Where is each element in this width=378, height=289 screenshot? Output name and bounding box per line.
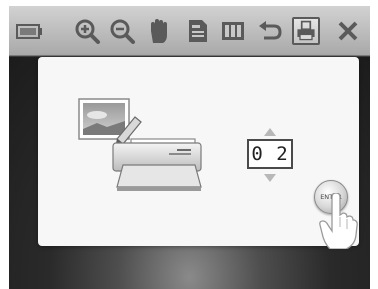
print-icon[interactable] [292,17,320,45]
camera-screen: 0 2 ENTER [9,6,370,289]
pointing-finger-icon [319,193,358,249]
arrow-up-icon[interactable] [263,127,277,137]
print-dialog: 0 2 ENTER [38,57,359,249]
zoom-out-icon[interactable] [108,17,136,45]
arrow-down-icon[interactable] [263,173,277,183]
copies-value: 0 2 [247,139,293,169]
file-icon[interactable] [184,17,212,45]
toolbar [9,6,370,56]
zoom-in-icon[interactable] [73,17,101,45]
close-icon[interactable] [334,17,362,45]
hand-pan-icon[interactable] [145,17,173,45]
columns-icon[interactable] [219,17,247,45]
return-icon[interactable] [256,17,284,45]
index-icon[interactable] [15,17,43,45]
print-image-illustration [78,98,202,191]
